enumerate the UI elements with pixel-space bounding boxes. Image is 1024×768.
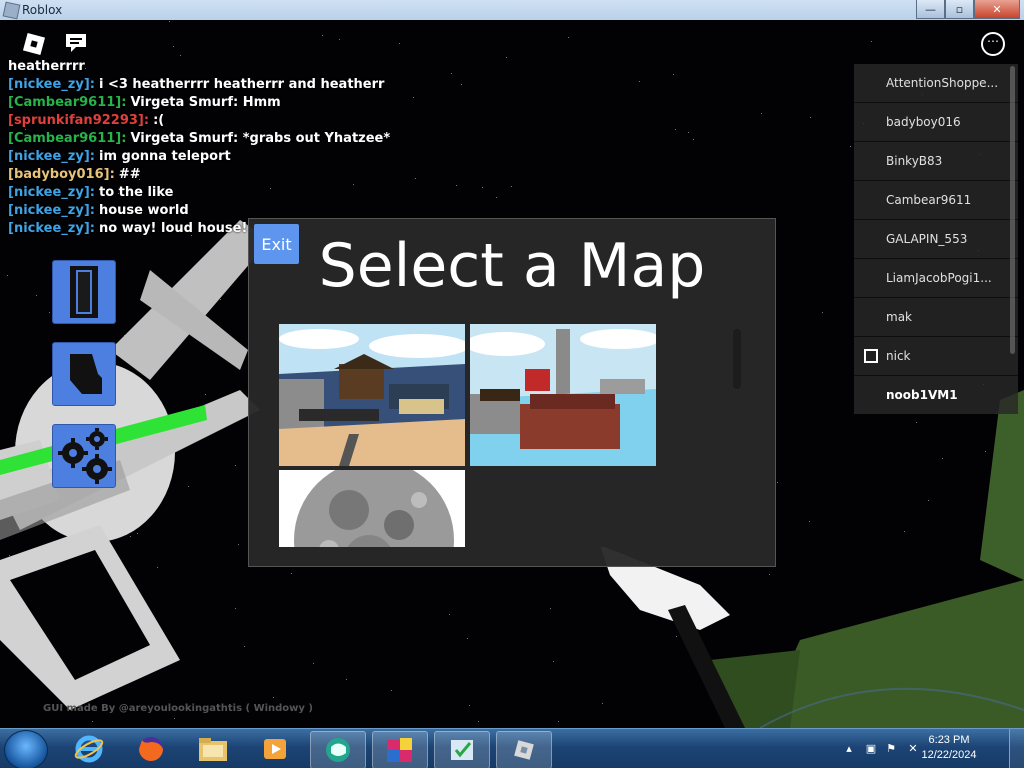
map-grid-scrollbar[interactable]	[733, 329, 741, 389]
player-name: AttentionShoppe...	[886, 76, 999, 90]
map-thumbnail-beach-city[interactable]	[279, 324, 465, 466]
chat-username[interactable]: [sprunkifan92293]:	[8, 113, 149, 128]
media-player-icon[interactable]	[248, 731, 302, 767]
task-app-icon[interactable]	[434, 731, 490, 768]
chat-message: heatherrrr	[8, 58, 428, 76]
chat-text: heatherrrr	[8, 59, 85, 74]
chat-message: [nickee_zy]: im gonna teleport	[8, 148, 428, 166]
player-list-item[interactable]: LiamJacobPogi1...	[854, 259, 1018, 298]
paint-app-icon[interactable]	[372, 731, 428, 768]
clock-time: 6:23 PM	[928, 734, 970, 746]
maximize-button[interactable]: ▫	[945, 0, 974, 19]
chat-message: [nickee_zy]: to the like	[8, 184, 428, 202]
system-clock[interactable]: 6:23 PM 12/22/2024	[914, 733, 984, 763]
settings-button[interactable]	[52, 424, 116, 488]
chat-username[interactable]: [badyboy016]:	[8, 167, 115, 182]
chat-username[interactable]: [Cambear9611]:	[8, 131, 126, 146]
player-list-item[interactable]: AttentionShoppe...	[854, 64, 1018, 103]
map-thumbnail-red-building[interactable]	[470, 324, 656, 466]
premium-badge-icon	[864, 349, 878, 363]
firefox-icon[interactable]	[124, 731, 178, 767]
chat-text: :(	[153, 113, 165, 128]
gear-icon	[58, 428, 112, 484]
shop-button[interactable]	[52, 342, 116, 406]
roblox-app-icon[interactable]	[496, 731, 552, 768]
chat-username[interactable]: [nickee_zy]:	[8, 221, 95, 236]
chat-username[interactable]: [nickee_zy]:	[8, 203, 95, 218]
chat-text: i <3 heatherrrr heatherrr and heatherr	[98, 77, 385, 92]
player-list-item[interactable]: Cambear9611	[854, 181, 1018, 220]
player-name: Cambear9611	[886, 193, 972, 207]
chat-text: Virgeta Smurf: Hmm	[130, 95, 281, 110]
player-name: nick	[886, 349, 911, 363]
player-list-scrollbar[interactable]	[1010, 66, 1015, 354]
map-grid	[269, 319, 744, 547]
player-name: mak	[886, 310, 912, 324]
network-icon[interactable]: ▣	[864, 742, 878, 756]
chat-icon[interactable]	[64, 32, 88, 54]
chat-text: house world	[98, 203, 189, 218]
game-viewport[interactable]: ⋯ heatherrrr [nickee_zy]: i <3 heatherrrr …	[0, 20, 1024, 728]
chat-text: to the like	[98, 185, 174, 200]
roblox-menu-icon[interactable]	[22, 32, 46, 56]
close-button[interactable]: ✕	[974, 0, 1020, 19]
player-name: BinkyB83	[886, 154, 943, 168]
chat-text: im gonna teleport	[98, 149, 231, 164]
chat-message: [badyboy016]: ##	[8, 166, 428, 184]
player-list-item[interactable]: mak	[854, 298, 1018, 337]
action-center-flag-icon[interactable]: ⚑	[884, 742, 898, 756]
chat-username[interactable]: [nickee_zy]:	[8, 77, 95, 92]
chat-text: ##	[118, 167, 141, 182]
chat-username[interactable]: [nickee_zy]:	[8, 185, 95, 200]
player-list-item[interactable]: GALAPIN_553	[854, 220, 1018, 259]
more-options-icon[interactable]: ⋯	[981, 32, 1005, 56]
inventory-button[interactable]	[52, 260, 116, 324]
map-select-title: Select a Map	[318, 231, 706, 301]
chat-text: Virgeta Smurf: *grabs out Yhatzee*	[130, 131, 391, 146]
window-title: Roblox	[22, 3, 63, 17]
player-name: badyboy016	[886, 115, 961, 129]
door-icon	[70, 266, 98, 318]
player-list-item[interactable]: noob1VM1	[854, 376, 1018, 414]
map-select-dialog: Exit Select a Map	[248, 218, 776, 567]
chat-message: [Cambear9611]: Virgeta Smurf: *grabs out …	[8, 130, 428, 148]
show-desktop-button[interactable]	[1009, 729, 1024, 768]
clock-date: 12/22/2024	[921, 749, 977, 761]
window-titlebar: Roblox — ▫ ✕	[0, 0, 1024, 21]
start-button[interactable]	[4, 730, 48, 768]
player-list-item[interactable]: nick	[854, 337, 1018, 376]
player-list: AttentionShoppe... badyboy016 BinkyB83 Camb…	[854, 64, 1018, 414]
chat-username[interactable]: [nickee_zy]:	[8, 149, 95, 164]
map-thumbnail-moon[interactable]	[279, 470, 465, 547]
show-hidden-icons-icon[interactable]: ▴	[842, 742, 856, 756]
shirt-icon	[70, 354, 102, 394]
internet-explorer-icon[interactable]	[62, 731, 116, 767]
player-name: GALAPIN_553	[886, 232, 968, 246]
game-app-icon[interactable]	[310, 731, 366, 768]
player-list-item[interactable]: BinkyB83	[854, 142, 1018, 181]
minimize-button[interactable]: —	[916, 0, 945, 19]
chat-username[interactable]: [Cambear9611]:	[8, 95, 126, 110]
player-name: noob1VM1	[886, 388, 958, 402]
player-list-item[interactable]: badyboy016	[854, 103, 1018, 142]
chat-message: [sprunkifan92293]: :(	[8, 112, 428, 130]
gui-credit: GUI made By @areyoulookingathtis ( Windo…	[43, 703, 313, 714]
player-name: LiamJacobPogi1...	[886, 271, 992, 285]
roblox-logo-icon	[2, 1, 21, 20]
chat-text: no way! loud house!	[98, 221, 248, 236]
chat-message: [nickee_zy]: i <3 heatherrrr heatherrr an…	[8, 76, 428, 94]
chat-log: heatherrrr [nickee_zy]: i <3 heatherrrr he…	[8, 58, 428, 238]
file-explorer-icon[interactable]	[186, 731, 240, 767]
windows-taskbar: ▴ ▣ ⚑ ✕ 6:23 PM 12/22/2024	[0, 728, 1024, 768]
chat-message: [Cambear9611]: Virgeta Smurf: Hmm	[8, 94, 428, 112]
